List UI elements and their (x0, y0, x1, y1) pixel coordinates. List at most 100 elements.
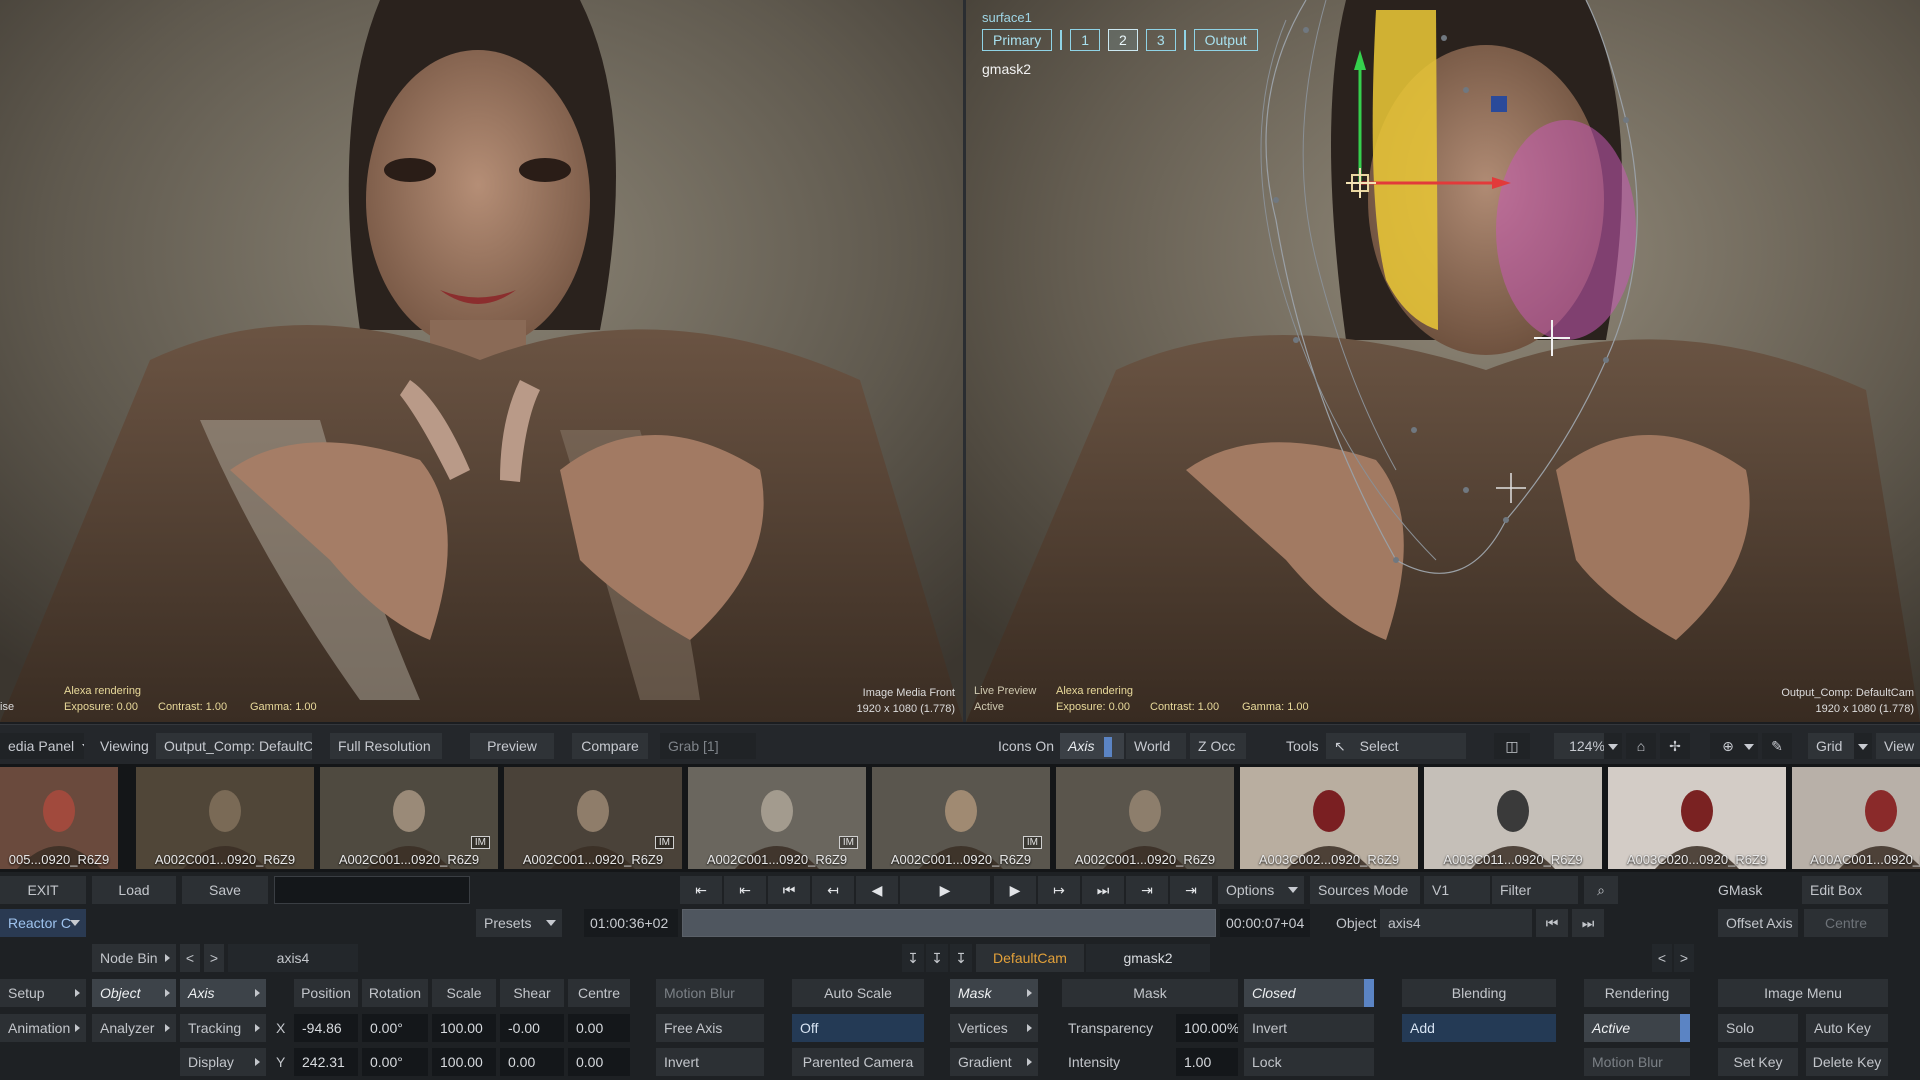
scroll-left-button[interactable]: < (1652, 944, 1672, 972)
axis-toggle[interactable]: Axis (1060, 733, 1124, 759)
rotation-y-field[interactable]: 0.00° (362, 1048, 428, 1076)
tab-gmask2[interactable]: gmask2 (1086, 944, 1210, 972)
step-forward-icon[interactable]: ▶ (994, 876, 1036, 904)
position-y-field[interactable]: 242.31 (294, 1048, 358, 1076)
clip-thumbnail[interactable]: A002C001...0920_R6Z9 (1056, 767, 1234, 869)
zoom-dropdown[interactable] (1604, 733, 1622, 759)
previous-keyframe-icon[interactable]: ⏮ (768, 876, 810, 904)
invert-axis-button[interactable]: Invert (656, 1048, 764, 1076)
play-icon[interactable]: ▶ (900, 876, 990, 904)
set-key-button[interactable]: Set Key (1718, 1048, 1798, 1076)
scale-x-field[interactable]: 100.00 (432, 1014, 496, 1042)
full-resolution-button[interactable]: Full Resolution (330, 733, 442, 759)
grid-dropdown-arrow[interactable] (1854, 733, 1872, 759)
go-to-start-icon[interactable]: ⇤ (680, 876, 722, 904)
analyzer-menu[interactable]: Analyzer (92, 1014, 176, 1042)
search-icon[interactable]: ⌕ (1584, 876, 1618, 904)
view-primary-button[interactable]: Primary (982, 29, 1053, 51)
active-toggle[interactable]: Active (1584, 1014, 1690, 1042)
invert-mask-button[interactable]: Invert (1244, 1014, 1374, 1042)
step-back-icon[interactable]: ◀ (856, 876, 898, 904)
auto-key-button[interactable]: Auto Key (1806, 1014, 1888, 1042)
insert-down-icon[interactable]: ↧ (950, 944, 972, 972)
object-menu[interactable]: Object (92, 979, 176, 1007)
go-to-in-icon[interactable]: ⇤ (724, 876, 766, 904)
presets-dropdown[interactable]: Presets (476, 909, 562, 937)
mask-menu[interactable]: Mask (950, 979, 1038, 1007)
load-button[interactable]: Load (92, 876, 176, 904)
next-object-icon[interactable]: ⏭ (1572, 909, 1604, 937)
clip-thumbnail[interactable]: A003C011...0920_R6Z9 (1424, 767, 1602, 869)
tracking-menu[interactable]: Tracking (180, 1014, 266, 1042)
home-icon[interactable]: ⌂ (1626, 733, 1656, 759)
object-field[interactable]: axis4 (1380, 909, 1532, 937)
timeline-scrubber[interactable] (682, 909, 1216, 937)
centre-y-field[interactable]: 0.00 (568, 1048, 630, 1076)
eyedropper-icon[interactable]: ✎ (1762, 733, 1792, 759)
clip-thumbnail[interactable]: 005...0920_R6Z9 (0, 767, 118, 869)
next-keyframe-icon[interactable]: ⏭ (1082, 876, 1124, 904)
viewer-output[interactable]: surface1 Primary 1 2 3 Output gmask2 Liv… (966, 0, 1920, 722)
grab-button[interactable]: Grab [1] (660, 733, 756, 759)
edit-box-button[interactable]: Edit Box (1802, 876, 1888, 904)
clip-thumbnail[interactable]: IM A002C001...0920_R6Z9 (872, 767, 1050, 869)
clip-thumbnail[interactable]: A003C002...0920_R6Z9 (1240, 767, 1418, 869)
crosshair-dropdown[interactable] (1740, 733, 1758, 759)
gradient-menu[interactable]: Gradient (950, 1048, 1038, 1076)
icons-on-toggle[interactable]: Icons On (998, 733, 1054, 759)
rotation-x-field[interactable]: 0.00° (362, 1014, 428, 1042)
auto-scale-button[interactable]: Auto Scale (792, 979, 924, 1007)
image-menu-button[interactable]: Image Menu (1718, 979, 1888, 1007)
solo-button[interactable]: Solo (1718, 1014, 1798, 1042)
filter-button[interactable]: Filter (1492, 876, 1578, 904)
viewer-front[interactable]: ise Alexa rendering Exposure: 0.00 Contr… (0, 0, 963, 722)
setup-name-input[interactable] (274, 876, 470, 904)
parented-camera-button[interactable]: Parented Camera (792, 1048, 924, 1076)
motion-blur-button[interactable]: Motion Blur (656, 979, 764, 1007)
z-occ-toggle[interactable]: Z Occ (1190, 733, 1246, 759)
fit-view-icon[interactable]: ✢ (1660, 733, 1690, 759)
world-toggle[interactable]: World (1126, 733, 1186, 759)
track-v1-button[interactable]: V1 (1424, 876, 1490, 904)
transparency-field[interactable]: 100.00% (1176, 1014, 1238, 1042)
view-3-button[interactable]: 3 (1145, 29, 1176, 51)
delete-key-button[interactable]: Delete Key (1806, 1048, 1888, 1076)
select-tool[interactable]: ↖ Select (1326, 733, 1466, 759)
timecode-duration[interactable]: 00:00:07+04 (1220, 909, 1310, 937)
setup-menu[interactable]: Setup (0, 979, 86, 1007)
lock-button[interactable]: Lock (1244, 1048, 1374, 1076)
clip-thumbnail[interactable]: IM A002C001...0920_R6Z9 (504, 767, 682, 869)
auto-scale-value[interactable]: Off (792, 1014, 924, 1042)
reactor-dropdown[interactable]: Reactor C (0, 909, 86, 937)
previous-node-button[interactable]: < (180, 944, 200, 972)
node-name[interactable]: axis4 (228, 944, 358, 972)
intensity-field[interactable]: 1.00 (1176, 1048, 1238, 1076)
view-output-button[interactable]: Output (1193, 29, 1258, 51)
clip-thumbnail[interactable]: IM A002C001...0920_R6Z9 (688, 767, 866, 869)
shear-x-field[interactable]: -0.00 (500, 1014, 564, 1042)
centre-x-field[interactable]: 0.00 (568, 1014, 630, 1042)
compare-button[interactable]: Compare (572, 733, 648, 759)
clip-thumbnail[interactable]: A00AC001...0920_R6Z9 (1792, 767, 1920, 869)
go-to-out-icon[interactable]: ⇥ (1126, 876, 1168, 904)
display-menu[interactable]: Display (180, 1048, 266, 1076)
go-to-end-icon[interactable]: ⇥ (1170, 876, 1212, 904)
vertices-menu[interactable]: Vertices (950, 1014, 1038, 1042)
centre-button[interactable]: Centre (1804, 909, 1888, 937)
media-panel-dropdown[interactable]: edia Panel (0, 733, 84, 759)
free-axis-button[interactable]: Free Axis (656, 1014, 764, 1042)
split-view-icon[interactable]: ◫ (1494, 733, 1530, 759)
insert-down-icon[interactable]: ↧ (902, 944, 924, 972)
closed-toggle[interactable]: Closed (1244, 979, 1374, 1007)
sources-mode-button[interactable]: Sources Mode (1310, 876, 1420, 904)
insert-down-icon[interactable]: ↧ (926, 944, 948, 972)
view-menu[interactable]: View (1876, 733, 1920, 759)
previous-frame-icon[interactable]: ↤ (812, 876, 854, 904)
scale-y-field[interactable]: 100.00 (432, 1048, 496, 1076)
previous-object-icon[interactable]: ⏮ (1536, 909, 1568, 937)
position-x-field[interactable]: -94.86 (294, 1014, 358, 1042)
next-frame-icon[interactable]: ↦ (1038, 876, 1080, 904)
scroll-right-button[interactable]: > (1674, 944, 1694, 972)
animation-menu[interactable]: Animation (0, 1014, 86, 1042)
render-motion-blur-button[interactable]: Motion Blur (1584, 1048, 1690, 1076)
